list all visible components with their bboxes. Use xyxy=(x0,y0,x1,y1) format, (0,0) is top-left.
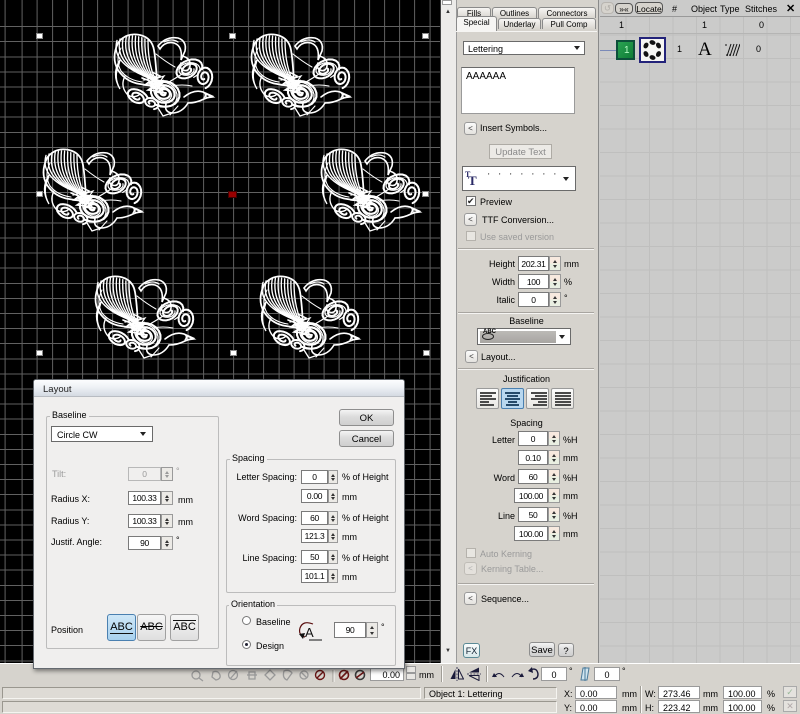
svg-text:A: A xyxy=(305,625,314,640)
